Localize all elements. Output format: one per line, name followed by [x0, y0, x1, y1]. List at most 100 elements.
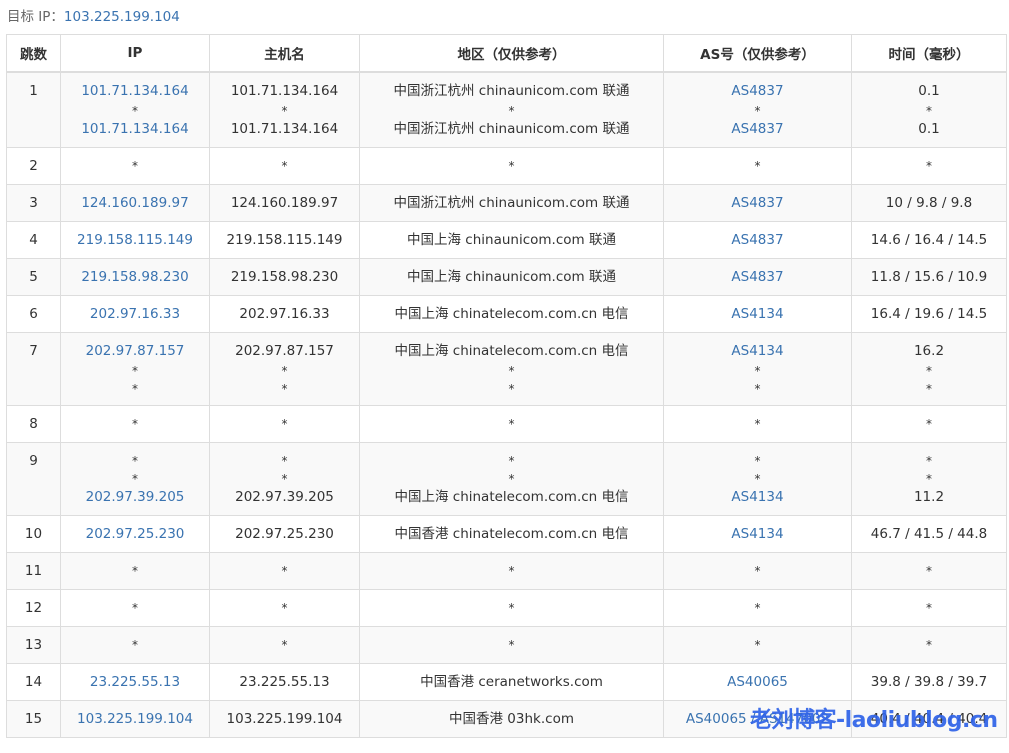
target-ip-label: 目标 IP： [7, 9, 64, 25]
hop-number: 4 [29, 232, 38, 248]
host-value: 219.158.115.149 [226, 232, 343, 248]
ip-link[interactable]: 202.97.16.33 [61, 304, 209, 324]
ip-link[interactable]: 103.225.199.104 [61, 709, 209, 729]
as-cell: AS4837 [663, 184, 852, 222]
no-response-marker: * [754, 564, 761, 578]
ip-link[interactable]: 124.160.189.97 [61, 193, 209, 213]
hop-cell: 1 [6, 71, 61, 148]
ip-cell: * [60, 552, 210, 590]
region-value: 中国浙江杭州 chinaunicom.com 联通 [393, 83, 630, 99]
as-link[interactable]: AS4837 [664, 81, 851, 101]
no-response-marker: * [132, 104, 138, 118]
ip-link[interactable]: 101.71.134.164 [61, 81, 209, 101]
time-cell: * [851, 626, 1007, 664]
ip-cell: 219.158.115.149 [60, 221, 210, 259]
ip-cell: 101.71.134.164 * 101.71.134.164 [60, 71, 210, 148]
as-cell: AS40065 / AS147002 [663, 700, 852, 738]
time-cell: 40.4 / 40.4 / 40.4 [851, 700, 1007, 738]
hostname-cell: * [209, 405, 360, 443]
as-cell: AS4837 * AS4837 [663, 71, 852, 148]
region-cell: 中国浙江杭州 chinaunicom.com 联通 * 中国浙江杭州 chinaun… [359, 71, 664, 148]
as-cell: * [663, 626, 852, 664]
as-link[interactable]: AS4134 [664, 304, 851, 324]
no-response-marker: * [281, 104, 288, 118]
table-row: 7 202.97.87.157 * * 202.97.87.157 * * 中国上海 chin… [6, 332, 1007, 406]
region-cell: * [359, 589, 664, 627]
time-cell: 11.8 / 15.6 / 10.9 [851, 258, 1007, 296]
no-response-marker: * [132, 364, 138, 378]
ip-link[interactable]: 23.225.55.13 [61, 672, 209, 692]
ip-link[interactable]: 101.71.134.164 [61, 119, 209, 139]
no-response-marker: * [281, 417, 288, 431]
host-value: 219.158.98.230 [230, 269, 339, 285]
time-cell: 0.1 * 0.1 [851, 71, 1007, 148]
ip-cell: 219.158.98.230 [60, 258, 210, 296]
ip-cell: 202.97.25.230 [60, 515, 210, 553]
hostname-cell: 124.160.189.97 [209, 184, 360, 222]
region-value: 中国香港 chinatelecom.com.cn 电信 [394, 526, 629, 542]
time-value: 11.2 [913, 489, 945, 505]
region-value: 中国上海 chinatelecom.com.cn 电信 [394, 489, 629, 505]
host-value: 101.71.134.164 [230, 121, 339, 137]
region-cell: 中国上海 chinaunicom.com 联通 [359, 221, 664, 259]
ip-link[interactable]: 202.97.39.205 [61, 487, 209, 507]
no-response-marker: * [754, 382, 761, 396]
no-response-marker: * [508, 417, 515, 431]
region-cell: * [359, 626, 664, 664]
hop-cell: 15 [6, 700, 61, 738]
hostname-cell: 202.97.87.157 * * [209, 332, 360, 406]
hostname-cell: * [209, 552, 360, 590]
ip-link[interactable]: 219.158.98.230 [61, 267, 209, 287]
as-link[interactable]: AS4134 [664, 487, 851, 507]
ip-link[interactable]: 219.158.115.149 [61, 230, 209, 250]
no-response-marker: * [754, 472, 761, 486]
time-value: 10 / 9.8 / 9.8 [885, 195, 973, 211]
as-link[interactable]: AS4837 [664, 267, 851, 287]
region-cell: 中国香港 ceranetworks.com [359, 663, 664, 701]
hop-number: 5 [29, 269, 38, 285]
hop-cell: 6 [6, 295, 61, 333]
ip-cell: 202.97.87.157 * * [60, 332, 210, 406]
time-cell: * [851, 147, 1007, 185]
no-response-marker: * [281, 159, 288, 173]
as-link[interactable]: AS4837 [664, 193, 851, 213]
time-cell: 16.4 / 19.6 / 14.5 [851, 295, 1007, 333]
region-cell: * [359, 405, 664, 443]
as-link[interactable]: AS4837 [664, 119, 851, 139]
ip-cell: 202.97.16.33 [60, 295, 210, 333]
as-link[interactable]: AS40065 / AS147002 [664, 709, 851, 729]
as-cell: * [663, 552, 852, 590]
region-value: 中国上海 chinatelecom.com.cn 电信 [394, 343, 629, 359]
hop-cell: 8 [6, 405, 61, 443]
ip-link[interactable]: 202.97.25.230 [61, 524, 209, 544]
ip-link[interactable]: 202.97.87.157 [61, 341, 209, 361]
as-cell: AS4837 [663, 221, 852, 259]
as-link[interactable]: AS40065 [664, 672, 851, 692]
ip-cell: * [60, 405, 210, 443]
as-link[interactable]: AS4134 [664, 341, 851, 361]
no-response-marker: * [132, 638, 138, 652]
no-response-marker: * [926, 564, 932, 578]
ip-cell: * * 202.97.39.205 [60, 442, 210, 516]
as-link[interactable]: AS4837 [664, 230, 851, 250]
hop-cell: 9 [6, 442, 61, 516]
as-link[interactable]: AS4134 [664, 524, 851, 544]
hop-number: 1 [29, 83, 38, 99]
hop-number: 15 [24, 711, 43, 727]
host-value: 202.97.87.157 [235, 343, 334, 359]
as-cell: AS4134 * * [663, 332, 852, 406]
time-value: 16.4 / 19.6 / 14.5 [870, 306, 988, 322]
time-value: 16.2 [913, 343, 945, 359]
hop-cell: 3 [6, 184, 61, 222]
ip-cell: 124.160.189.97 [60, 184, 210, 222]
as-cell: AS4134 [663, 515, 852, 553]
region-cell: * [359, 552, 664, 590]
region-cell: 中国上海 chinatelecom.com.cn 电信 * * [359, 332, 664, 406]
region-value: 中国香港 03hk.com [449, 711, 574, 727]
no-response-marker: * [508, 159, 515, 173]
no-response-marker: * [508, 564, 515, 578]
no-response-marker: * [508, 601, 515, 615]
hop-number: 11 [24, 563, 43, 579]
host-value: 202.97.39.205 [235, 489, 334, 505]
as-cell: AS4837 [663, 258, 852, 296]
